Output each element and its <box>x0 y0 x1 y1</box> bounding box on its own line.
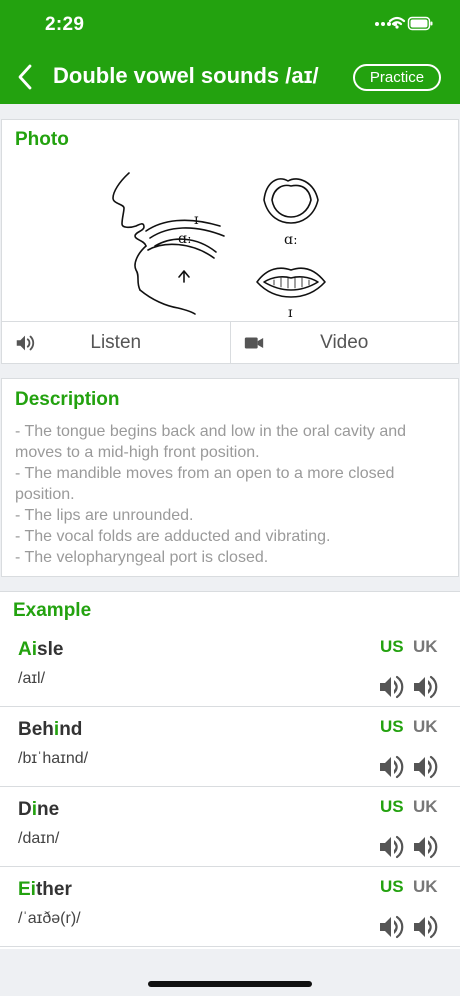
speaker-us-icon[interactable] <box>378 834 404 860</box>
photo-card: Photo ɪ ɑː ɑː ɪ Listen Video <box>1 119 459 364</box>
example-row: Either /ˈaɪðə(r)/ US UK <box>0 867 460 947</box>
speaker-uk-icon[interactable] <box>412 754 438 780</box>
status-time: 2:29 <box>45 14 85 35</box>
status-icons <box>375 16 433 31</box>
diagram-label-lips-closed: ɪ <box>288 305 293 320</box>
speaker-us-icon[interactable] <box>378 674 404 700</box>
description-section-title: Description <box>15 389 120 410</box>
photo-section-title: Photo <box>15 129 69 150</box>
description-card: Description - The tongue begins back and… <box>1 378 459 577</box>
example-section-title: Example <box>13 600 92 621</box>
uk-accent-toggle[interactable]: UK <box>413 797 438 817</box>
example-word: Behind <box>18 719 83 740</box>
description-line: - The tongue begins back and low in the … <box>15 423 407 461</box>
us-accent-toggle[interactable]: US <box>380 797 404 817</box>
listen-button[interactable]: Listen <box>2 322 230 364</box>
nav-bar: 2:29 Double vowel sounds /aɪ/ Practice <box>0 0 460 104</box>
us-accent-toggle[interactable]: US <box>380 877 404 897</box>
back-button[interactable] <box>10 60 40 94</box>
highlighted-letters: Ei <box>18 879 36 900</box>
uk-accent-toggle[interactable]: UK <box>413 637 438 657</box>
home-indicator[interactable] <box>148 981 312 987</box>
description-line: - The velopharyngeal port is closed. <box>15 549 269 566</box>
us-accent-toggle[interactable]: US <box>380 637 404 657</box>
example-row: Behind /bɪˈhaɪnd/ US UK <box>0 707 460 787</box>
example-row: Aisle /aɪl/ US UK <box>0 627 460 707</box>
example-word: Either <box>18 879 72 900</box>
speaker-uk-icon[interactable] <box>412 674 438 700</box>
description-line: - The mandible moves from an open to a m… <box>15 465 395 503</box>
example-ipa: /aɪl/ <box>18 670 46 687</box>
speaker-icon <box>16 335 35 351</box>
example-word: Aisle <box>18 639 64 660</box>
wifi-icon <box>388 16 406 29</box>
battery-icon <box>407 16 433 31</box>
speaker-uk-icon[interactable] <box>412 914 438 940</box>
example-row: Dine /daɪn/ US UK <box>0 787 460 867</box>
speaker-us-icon[interactable] <box>378 914 404 940</box>
page-title: Double vowel sounds /aɪ/ <box>53 63 319 88</box>
highlighted-letters: Ai <box>18 639 37 660</box>
example-section: Example Aisle /aɪl/ US UK Behind /bɪˈhaɪ… <box>0 591 460 949</box>
example-ipa: /daɪn/ <box>18 830 60 847</box>
listen-label: Listen <box>90 332 142 353</box>
media-actions: Listen Video <box>2 321 458 364</box>
speaker-us-icon[interactable] <box>378 754 404 780</box>
uk-accent-toggle[interactable]: UK <box>413 877 438 897</box>
mouth-diagram: ɪ ɑː ɑː ɪ <box>112 172 326 320</box>
example-ipa: /bɪˈhaɪnd/ <box>18 750 89 767</box>
example-ipa: /ˈaɪðə(r)/ <box>18 910 81 927</box>
us-accent-toggle[interactable]: US <box>380 717 404 737</box>
description-line: - The lips are unrounded. <box>15 507 194 524</box>
diagram-label-profile-top: ɪ <box>194 212 199 228</box>
video-button[interactable]: Video <box>229 322 459 364</box>
description-text: - The tongue begins back and low in the … <box>15 421 445 568</box>
video-label: Video <box>320 332 369 353</box>
diagram-label-lips-open: ɑː <box>284 232 298 248</box>
video-camera-icon <box>244 337 263 349</box>
example-word: Dine <box>18 799 60 820</box>
uk-accent-toggle[interactable]: UK <box>413 717 438 737</box>
chevron-left-icon <box>18 64 32 90</box>
practice-button[interactable]: Practice <box>353 64 441 91</box>
description-line: - The vocal folds are adducted and vibra… <box>15 528 331 545</box>
speaker-uk-icon[interactable] <box>412 834 438 860</box>
diagram-label-profile-bottom: ɑː <box>178 231 192 247</box>
